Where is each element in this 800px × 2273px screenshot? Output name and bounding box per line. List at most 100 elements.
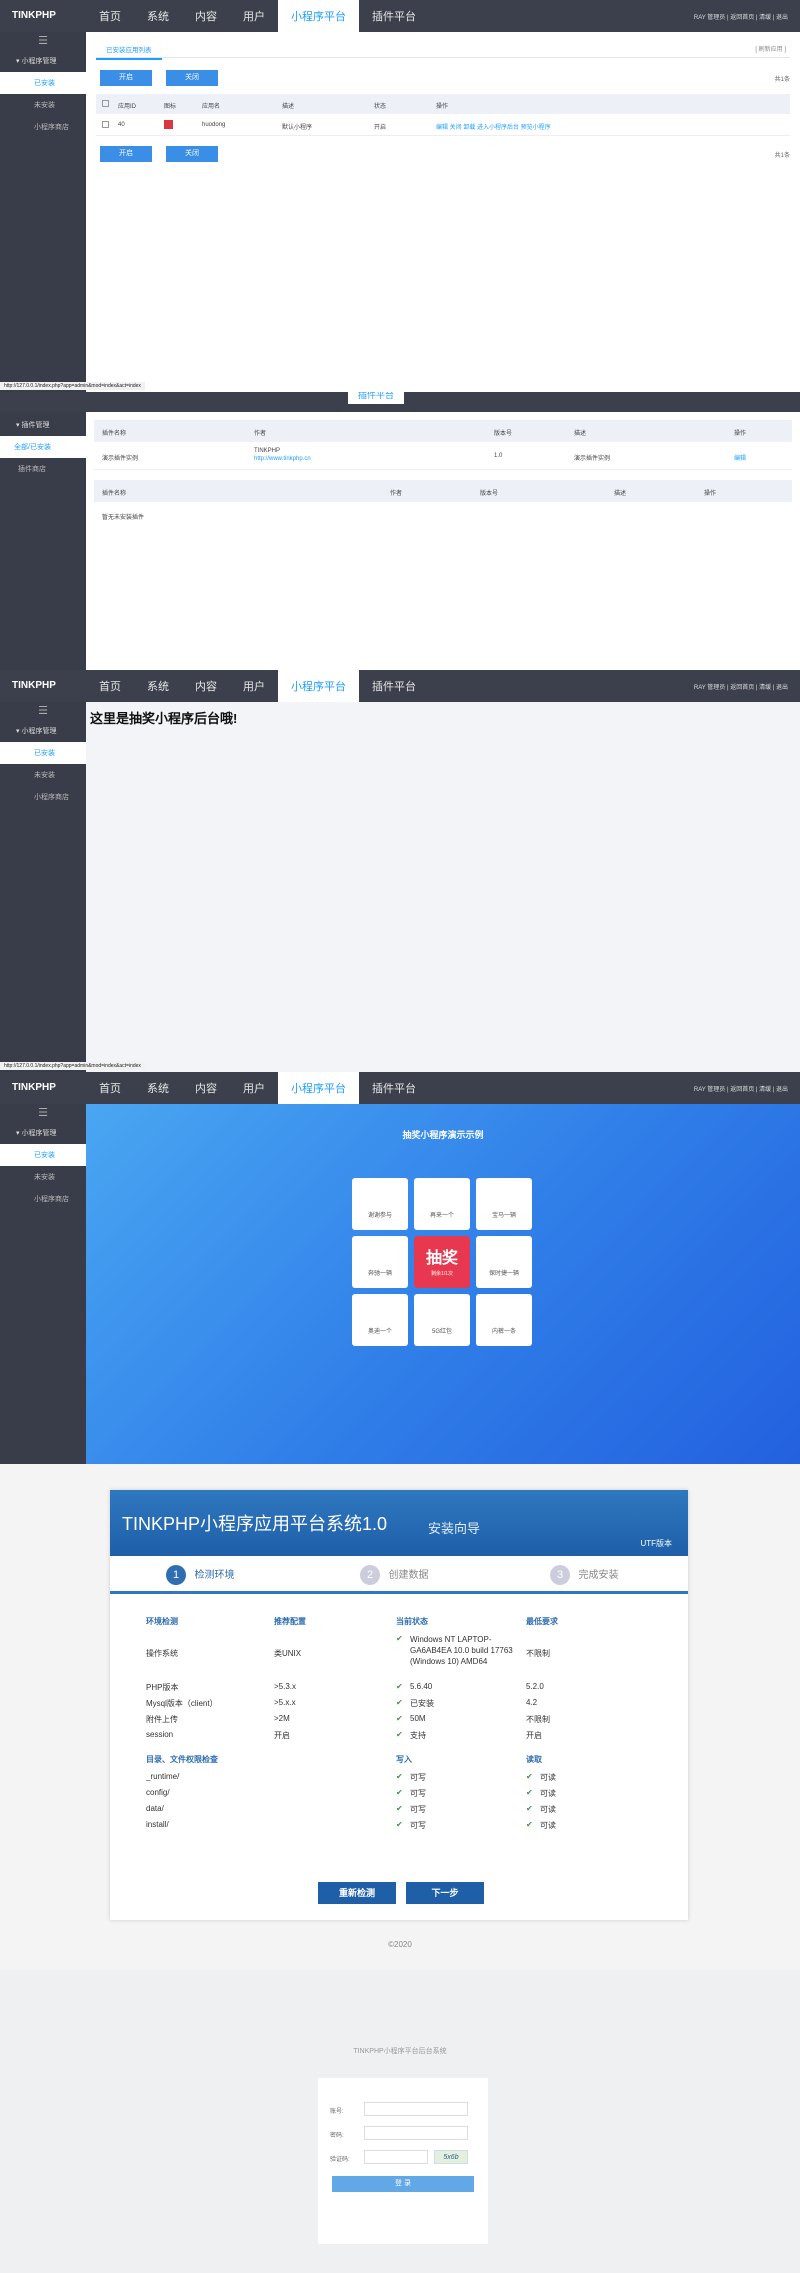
dir-path: data/ <box>146 1804 164 1813</box>
sidebar-group-miniprogram[interactable]: ▾ 小程序管理 <box>0 1122 86 1144</box>
record-count: 共1条 <box>774 77 790 83</box>
col-ops: 操作 <box>436 104 449 110</box>
sidebar-group-label: 小程序管理 <box>21 1130 57 1137</box>
col-desc: 描述 <box>282 104 295 110</box>
disable-button-bottom[interactable]: 关闭 <box>166 146 218 162</box>
sidebar-item-store[interactable]: 插件商店 <box>0 458 86 480</box>
sidebar-item-store[interactable]: 小程序商店 <box>0 1188 86 1210</box>
nav-miniprogram[interactable]: 小程序平台 <box>278 1072 359 1104</box>
nav-plugins[interactable]: 插件平台 <box>359 0 429 32</box>
sidebar-item-installed[interactable]: 已安装 <box>0 1144 86 1166</box>
login-button[interactable]: 登 录 <box>332 2176 474 2192</box>
step-number: 2 <box>360 1565 380 1585</box>
sidebar-item-uninstalled[interactable]: 未安装 <box>0 1166 86 1188</box>
tab-installed-list[interactable]: 已安装应用列表 <box>96 40 162 60</box>
step-number: 3 <box>550 1565 570 1585</box>
sidebar-item-store[interactable]: 小程序商店 <box>0 116 86 138</box>
table-header: 应用ID 图标 应用名 描述 状态 操作 <box>96 94 790 114</box>
col-author: 作者 <box>390 491 403 497</box>
dir-read: 可读 <box>540 1773 556 1782</box>
user-links[interactable]: RAY 管理员 | 返回首页 | 清缓 | 退出 <box>694 12 788 21</box>
nav-system[interactable]: 系统 <box>134 1072 182 1104</box>
sidebar-item-store[interactable]: 小程序商店 <box>0 786 86 808</box>
username-input[interactable] <box>364 2102 468 2116</box>
password-input[interactable] <box>364 2126 468 2140</box>
sidebar-item-uninstalled[interactable]: 未安装 <box>0 764 86 786</box>
install-title: TINKPHP小程序应用平台系统1.0 <box>122 1514 388 1534</box>
env-row: Mysql版本（client） >5.x.x ✔ 已安装 4.2 <box>146 1698 656 1714</box>
disable-button[interactable]: 关闭 <box>166 70 218 86</box>
sidebar-group-plugins[interactable]: ▾ 插件管理 <box>0 412 86 436</box>
select-all-checkbox[interactable] <box>102 100 109 107</box>
panel-lottery-demo: TINKPHP 首页 系统 内容 用户 小程序平台 插件平台 RAY 管理员 |… <box>0 1072 800 1464</box>
nav-plugins[interactable]: 插件平台 <box>348 392 405 404</box>
check-icon: ✔ <box>396 1682 403 1691</box>
row-author: TINKPHP <box>254 448 281 454</box>
menu-toggle-icon[interactable]: ☰ <box>0 702 86 720</box>
nav-content[interactable]: 内容 <box>182 0 230 32</box>
nav-home[interactable]: 首页 <box>86 670 134 702</box>
top-navbar: TINKPHP 首页 系统 内容 用户 小程序平台 插件平台 RAY 管理员 |… <box>0 0 800 32</box>
captcha-image[interactable]: 5x6b <box>434 2150 468 2164</box>
main-nav: 首页 系统 内容 用户 小程序平台 插件平台 <box>86 1072 429 1104</box>
dir-write: 可写 <box>410 1773 426 1782</box>
env-current: Windows NT LAPTOP-GA6AB4EA 10.0 build 17… <box>410 1635 513 1666</box>
nav-users[interactable]: 用户 <box>230 1072 278 1104</box>
nav-system[interactable]: 系统 <box>134 0 182 32</box>
nav-content[interactable]: 内容 <box>182 1072 230 1104</box>
prize-cell: 宝马一辆 <box>476 1178 532 1230</box>
step-number: 1 <box>166 1565 186 1585</box>
install-card: TINKPHP小程序应用平台系统1.0 安装向导 UTF版本 1 检测环境 2 … <box>110 1490 688 1920</box>
row-author-url[interactable]: http://www.tinkphp.cn <box>254 456 311 462</box>
sidebar-item-installed[interactable]: 全部/已安装 <box>0 436 86 458</box>
dir-read: 可读 <box>540 1789 556 1798</box>
login-title: TINKPHP小程序平台后台系统 <box>353 2048 447 2055</box>
nav-home[interactable]: 首页 <box>86 0 134 32</box>
nav-plugins[interactable]: 插件平台 <box>359 1072 429 1104</box>
nav-miniprogram[interactable]: 小程序平台 <box>278 670 359 702</box>
nav-miniprogram[interactable]: 小程序平台 <box>278 0 359 32</box>
nav-users[interactable]: 用户 <box>230 0 278 32</box>
recheck-button[interactable]: 重新检测 <box>318 1882 396 1904</box>
sidebar-group-miniprogram[interactable]: ▾ 小程序管理 <box>0 50 86 72</box>
menu-toggle-icon[interactable]: ☰ <box>0 32 86 50</box>
nav-system[interactable]: 系统 <box>134 670 182 702</box>
nav-home[interactable]: 首页 <box>86 1072 134 1104</box>
check-icon: ✔ <box>526 1772 533 1781</box>
app-icon <box>164 120 173 129</box>
steps-bar: 1 检测环境 2 创建数据 3 完成安装 <box>110 1556 688 1594</box>
prize-cell: 内裤一条 <box>476 1294 532 1346</box>
sidebar-item-uninstalled[interactable]: 未安装 <box>0 94 86 116</box>
prize-label: 5G红包 <box>431 1329 452 1335</box>
env-minimum: 4.2 <box>526 1698 538 1707</box>
menu-toggle-icon[interactable]: ☰ <box>0 1104 86 1122</box>
user-links[interactable]: RAY 管理员 | 返回首页 | 清缓 | 退出 <box>694 1084 788 1093</box>
sidebar-item-installed[interactable]: 已安装 <box>0 742 86 764</box>
enable-button-bottom[interactable]: 开启 <box>100 146 152 162</box>
sidebar-item-installed[interactable]: 已安装 <box>0 72 86 94</box>
check-icon: ✔ <box>396 1772 403 1781</box>
row-checkbox[interactable] <box>102 121 109 128</box>
check-icon: ✔ <box>396 1788 403 1797</box>
user-links[interactable]: RAY 管理员 | 返回首页 | 清缓 | 退出 <box>694 682 788 691</box>
dir-col-read: 读取 <box>526 1755 542 1764</box>
col-name: 插件名称 <box>102 491 127 497</box>
env-recommended: >2M <box>274 1714 290 1723</box>
nav-content[interactable]: 内容 <box>182 670 230 702</box>
nav-plugins[interactable]: 插件平台 <box>359 670 429 702</box>
env-item: PHP版本 <box>146 1683 179 1692</box>
row-edit-link[interactable]: 编辑 <box>734 453 746 462</box>
draw-button[interactable]: 抽奖 剩余1/1次 <box>414 1236 470 1288</box>
dir-write: 可写 <box>410 1789 426 1798</box>
table-row: 演示插件实例 TINKPHP http://www.tinkphp.cn 1.0… <box>94 442 792 470</box>
panel-login: TINKPHP小程序平台后台系统 账号: 密码: 验证码: 5x6b 登 录 <box>0 1970 800 2273</box>
refresh-link[interactable]: [ 刷新应用 ] <box>755 44 786 53</box>
nav-users[interactable]: 用户 <box>230 670 278 702</box>
next-step-button[interactable]: 下一步 <box>406 1882 484 1904</box>
install-header: TINKPHP小程序应用平台系统1.0 安装向导 UTF版本 <box>110 1490 688 1556</box>
sidebar-group-miniprogram[interactable]: ▾ 小程序管理 <box>0 720 86 742</box>
row-actions[interactable]: 编辑 关闭 卸载 进入小程序后台 预览小程序 <box>436 122 551 131</box>
col-ops: 操作 <box>734 431 747 437</box>
enable-button[interactable]: 开启 <box>100 70 152 86</box>
captcha-input[interactable] <box>364 2150 428 2164</box>
